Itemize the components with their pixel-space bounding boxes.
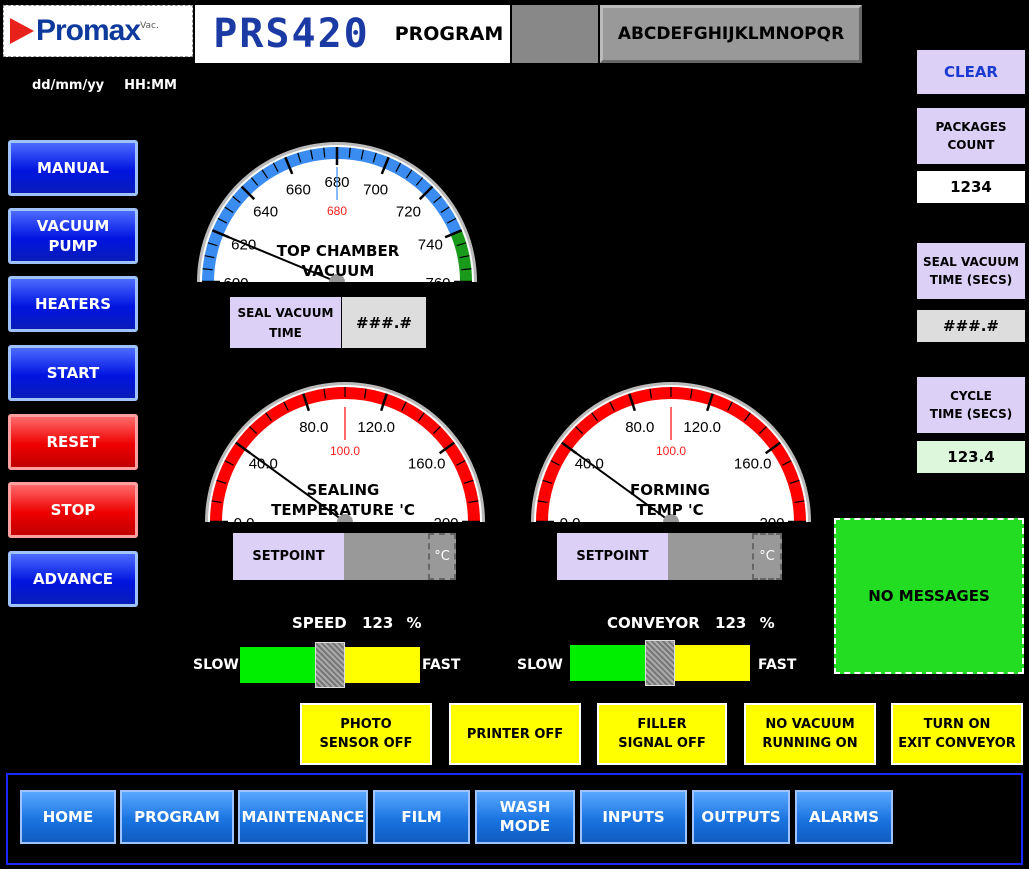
forming-gauge-tick-label: 80.0 (625, 419, 654, 436)
speed-readout: SPEED 123 % (292, 614, 422, 632)
nav-maintenance[interactable]: MAINTENANCE (238, 790, 368, 844)
nav-wash-mode[interactable]: WASH MODE (475, 790, 575, 844)
no-vacuum-button[interactable]: NO VACUUM RUNNING ON (744, 703, 876, 765)
nav-home[interactable]: HOME (20, 790, 116, 844)
vacuum-pump-button[interactable]: VACUUM PUMP (8, 208, 138, 264)
vacuum-gauge-readout: 680 (327, 204, 347, 218)
sealing-gauge-tick-label: 120.0 (357, 419, 395, 436)
heaters-button[interactable]: HEATERS (8, 276, 138, 332)
conveyor-readout: CONVEYOR 123 % (607, 614, 775, 632)
date-text: dd/mm/yy (32, 78, 105, 93)
sealing-setpoint-label: SETPOINT (233, 533, 344, 580)
forming-unit: °C (752, 533, 782, 580)
filler-signal-button[interactable]: FILLER SIGNAL OFF (597, 703, 727, 765)
vacuum-gauge-base (196, 282, 478, 287)
speed-label: SPEED (292, 614, 347, 632)
vacuum-gauge-tick-label: 660 (286, 182, 311, 199)
packages-count-value: 1234 (917, 171, 1025, 203)
cycle-time-label: CYCLE TIME (SECS) (917, 377, 1025, 433)
speed-slider-thumb[interactable] (315, 642, 345, 688)
nav-outputs[interactable]: OUTPUTS (692, 790, 790, 844)
conveyor-slider[interactable] (570, 640, 750, 686)
nav-inputs[interactable]: INPUTS (580, 790, 687, 844)
vacuum-gauge-tick-label: 740 (418, 236, 443, 253)
forming-setpoint-input[interactable] (668, 533, 752, 580)
message-panel: NO MESSAGES (834, 518, 1024, 674)
forming-gauge-title: FORMING TEMP 'C (630, 481, 710, 519)
model-name: PRS420 (195, 5, 388, 63)
forming-gauge-readout: 100.0 (656, 444, 686, 458)
nav-film[interactable]: FILM (373, 790, 470, 844)
vacuum-gauge-tick-label: 640 (253, 204, 278, 221)
forming-setpoint-label: SETPOINT (557, 533, 668, 580)
sealing-setpoint-input[interactable] (344, 533, 428, 580)
logo-text: Promax (36, 14, 141, 47)
conveyor-value: 123 (715, 614, 747, 632)
stop-button[interactable]: STOP (8, 482, 138, 538)
manual-button[interactable]: MANUAL (8, 140, 138, 196)
exit-conveyor-button[interactable]: TURN ON EXIT CONVEYOR (891, 703, 1023, 765)
sealing-gauge-readout: 100.0 (330, 444, 360, 458)
cycle-time-value: 123.4 (917, 441, 1025, 473)
sealing-gauge-tick-label: 80.0 (299, 419, 328, 436)
packages-count-label: PACKAGES COUNT (917, 108, 1025, 164)
conveyor-fast-label: FAST (758, 657, 797, 673)
speed-unit: % (406, 614, 422, 632)
photo-sensor-button[interactable]: PHOTO SENSOR OFF (300, 703, 432, 765)
reset-button[interactable]: RESET (8, 414, 138, 470)
seal-vacuum-time-input[interactable]: ###.# (342, 297, 426, 348)
time-text: HH:MM (124, 78, 177, 93)
nav-program[interactable]: PROGRAM (120, 790, 234, 844)
speed-slow-label: SLOW (193, 657, 239, 673)
conveyor-slider-thumb[interactable] (645, 640, 675, 686)
sealing-unit: °C (428, 533, 456, 580)
datetime: dd/mm/yy HH:MM (32, 78, 197, 93)
speed-value: 123 (361, 614, 394, 632)
seal-vacuum-time-label: SEAL VACUUM TIME (SECS) (917, 243, 1025, 299)
seal-vacuum-time-value: ###.# (917, 310, 1025, 342)
product-name-button[interactable]: ABCDEFGHIJKLMNOPQR (600, 5, 862, 63)
conveyor-unit: % (759, 614, 775, 632)
speed-fast-label: FAST (422, 657, 461, 673)
screen-title: PROGRAM (388, 5, 510, 63)
sealing-gauge-base (204, 522, 486, 527)
advance-button[interactable]: ADVANCE (8, 551, 138, 607)
forming-gauge-tick-label: 160.0 (734, 456, 772, 473)
blank-indicator (512, 5, 598, 63)
conveyor-slow-label: SLOW (517, 657, 563, 673)
seal-vacuum-time-label: SEAL VACUUM TIME (230, 297, 341, 348)
speed-slider[interactable] (240, 642, 420, 688)
forming-gauge-base (530, 522, 812, 527)
conveyor-label: CONVEYOR (607, 614, 700, 632)
logo-sub: Vac. (140, 21, 159, 31)
sealing-gauge-tick-label: 160.0 (408, 456, 446, 473)
clear-button[interactable]: CLEAR (917, 50, 1025, 94)
sealing-gauge-title: SEALING TEMPERATURE 'C (271, 481, 415, 519)
vacuum-gauge-title: TOP CHAMBER VACUUM (276, 242, 400, 280)
printer-button[interactable]: PRINTER OFF (449, 703, 581, 765)
vacuum-gauge-tick-label: 700 (363, 182, 388, 199)
start-button[interactable]: START (8, 345, 138, 401)
vacuum-gauge-tick-label: 720 (396, 204, 421, 221)
forming-gauge-tick-label: 120.0 (683, 419, 721, 436)
nav-alarms[interactable]: ALARMS (795, 790, 893, 844)
play-logo-icon (10, 18, 34, 44)
brand-logo: Promax Vac. (3, 5, 193, 57)
